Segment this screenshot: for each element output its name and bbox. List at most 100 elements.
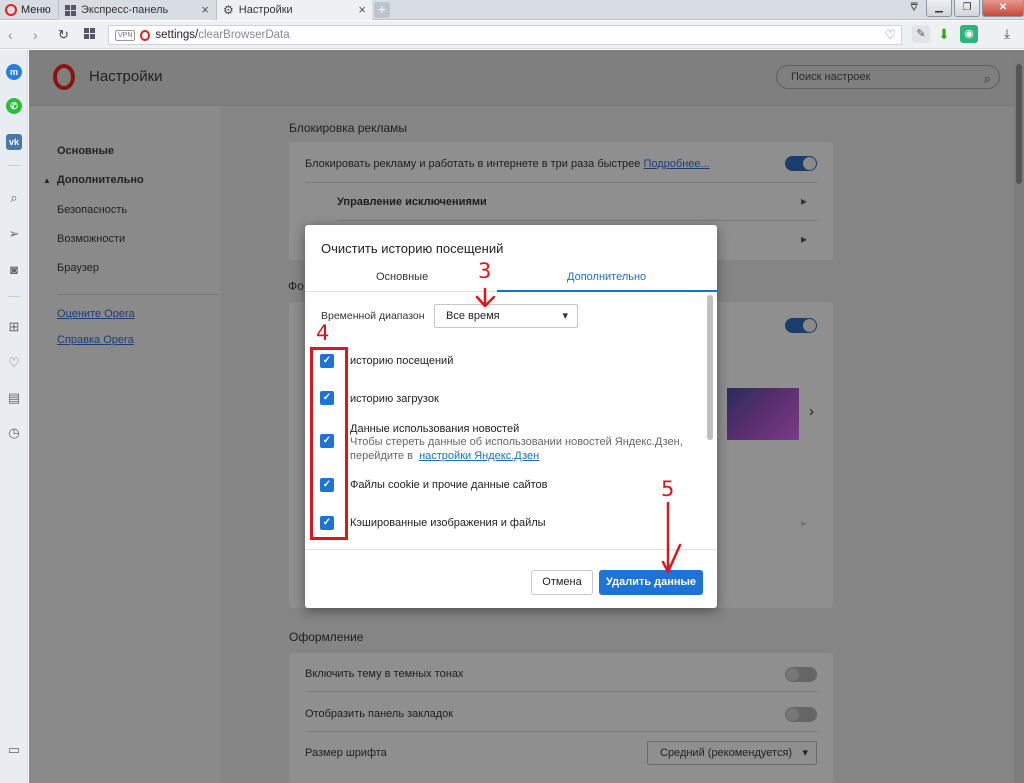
opera-menu-button[interactable]: Меню	[0, 0, 56, 20]
address-prefix: settings/	[155, 29, 199, 41]
news-data-hint: Чтобы стереть данные об использовании но…	[350, 436, 683, 448]
search-icon[interactable]: ⌕	[4, 191, 24, 205]
address-bar-row: ‹ › ↻ VPN settings/clearBrowserData ♡ ✎ …	[0, 21, 1024, 49]
settings-header: Настройки Поиск настроек ⌕	[29, 50, 1024, 106]
appearance-card: Включить тему в темных тонах Отобразить …	[289, 653, 833, 783]
speed-dial-icon[interactable]: ⊞	[4, 320, 24, 334]
card-divider	[305, 182, 817, 183]
chevron-up-icon: ▲	[43, 176, 51, 185]
send-icon[interactable]: ➢	[4, 227, 24, 241]
tab-settings[interactable]: ⚙ Настройки ×	[216, 0, 372, 20]
downloads-icon[interactable]: ⤓	[998, 25, 1016, 43]
settings-search-input[interactable]: Поиск настроек ⌕	[776, 65, 1000, 89]
dialog-title: Очистить историю посещений	[321, 241, 504, 256]
tabs-grid-icon[interactable]	[84, 28, 95, 39]
heart-icon[interactable]: ♡	[884, 27, 896, 43]
tab-label: Экспресс-панель	[81, 4, 169, 16]
ad-block-row: Блокировать рекламу и работать в интерне…	[305, 158, 710, 170]
card-divider	[337, 220, 817, 221]
partial-section-title: Фо	[288, 279, 304, 293]
page-scrollbar-thumb[interactable]	[1016, 64, 1022, 184]
opera-logo-icon	[140, 29, 151, 41]
tab-basic[interactable]: Основные	[376, 271, 428, 283]
speed-dial-icon	[65, 4, 76, 16]
download-arrow-icon[interactable]: ⬇	[935, 25, 953, 43]
ad-block-title: Блокировка рекламы	[289, 121, 408, 135]
nav-basic[interactable]: Основные	[57, 145, 114, 157]
chevron-right-icon: ▸	[801, 232, 808, 246]
nav-features[interactable]: Возможности	[57, 233, 125, 245]
menu-label: Меню	[21, 4, 51, 16]
news-data-label: Данные использования новостей	[350, 423, 520, 435]
search-placeholder: Поиск настроек	[791, 71, 871, 83]
cancel-button[interactable]: Отмена	[531, 570, 593, 595]
manage-exceptions-row[interactable]: Управление исключениями	[337, 196, 487, 208]
sidebar: m ✆ vk ⌕ ➢ ◙ ⊞ ♡ ▤ ◷ ▭	[0, 50, 28, 783]
new-tab-button[interactable]: +	[374, 2, 390, 18]
time-range-select[interactable]: Все время	[434, 304, 578, 328]
section-toggle[interactable]	[785, 318, 817, 333]
camera-icon[interactable]: ◙	[4, 263, 24, 277]
opera-logo-icon	[53, 64, 75, 90]
bookmarks-bar-toggle[interactable]	[785, 707, 817, 722]
sidebar-toggle-icon[interactable]: ▭	[4, 743, 24, 757]
nav-advanced[interactable]: ▲ Дополнительно	[43, 174, 144, 186]
tab-advanced[interactable]: Дополнительно	[567, 271, 646, 283]
heart-icon[interactable]: ♡	[4, 356, 24, 370]
font-size-select[interactable]: Средний (рекомендуется)	[647, 741, 817, 765]
annotation-step-4: 4	[316, 321, 330, 345]
pen-icon[interactable]: ✎	[912, 25, 930, 43]
window-close-button[interactable]: ✕	[982, 0, 1024, 17]
cookies-label: Файлы cookie и прочие данные сайтов	[350, 479, 548, 491]
news-icon[interactable]: ▤	[4, 391, 24, 405]
clear-data-dialog: Очистить историю посещений Основные Допо…	[305, 225, 717, 608]
tab-speed-dial[interactable]: Экспресс-панель ×	[58, 0, 215, 20]
active-tab-indicator	[497, 290, 717, 292]
time-range-label: Временной диапазон	[321, 310, 425, 322]
window-controls: ⩢ ▁ ❐ ✕	[904, 0, 1024, 20]
annotation-step-5: 5	[661, 477, 675, 501]
annotation-highlight-box	[310, 347, 348, 540]
extension-icon[interactable]: ◉	[960, 25, 978, 43]
appearance-title: Оформление	[289, 630, 364, 644]
tab-menu-icon[interactable]: ⩢	[904, 0, 924, 18]
address-path: clearBrowserData	[198, 29, 290, 41]
vk-icon[interactable]: vk	[6, 134, 22, 150]
ad-block-toggle[interactable]	[785, 156, 817, 171]
whatsapp-icon[interactable]: ✆	[6, 98, 22, 114]
nav-rate-opera[interactable]: Оцените Opera	[57, 308, 135, 320]
back-icon[interactable]: ‹	[8, 27, 13, 43]
nav-advanced-label: Дополнительно	[56, 174, 144, 186]
vpn-badge[interactable]: VPN	[115, 29, 136, 41]
delete-data-button[interactable]: Удалить данные	[599, 570, 703, 595]
zen-settings-link[interactable]: настройки Яндекс.Дзен	[419, 450, 539, 462]
chevron-right-icon: ▸	[801, 194, 808, 208]
chevron-right-icon[interactable]: ›	[809, 403, 814, 420]
page-title: Настройки	[89, 68, 163, 85]
font-size-row: Средний (рекомендуется)	[289, 741, 833, 765]
sidebar-divider	[8, 296, 20, 297]
close-icon[interactable]: ×	[358, 2, 366, 17]
ad-block-more-link[interactable]: Подробнее...	[643, 158, 709, 170]
sidebar-divider	[8, 165, 20, 166]
gear-icon: ⚙	[223, 2, 234, 17]
news-data-hint-2: перейдите в настройки Яндекс.Дзен	[350, 450, 539, 462]
history-icon[interactable]: ◷	[4, 426, 24, 440]
minimize-button[interactable]: ▁	[926, 0, 952, 17]
reload-icon[interactable]: ↻	[58, 27, 69, 43]
messenger-icon[interactable]: m	[6, 64, 22, 80]
annotation-step-3: 3	[478, 259, 492, 283]
address-field[interactable]: VPN settings/clearBrowserData ♡	[108, 25, 902, 45]
maximize-button[interactable]: ❐	[954, 0, 980, 17]
opera-logo-icon	[5, 4, 17, 16]
nav-browser[interactable]: Браузер	[57, 262, 99, 274]
ad-block-text: Блокировать рекламу и работать в интерне…	[305, 158, 641, 170]
dialog-scrollbar[interactable]	[707, 295, 713, 440]
nav-security[interactable]: Безопасность	[57, 204, 127, 216]
close-icon[interactable]: ×	[201, 2, 209, 17]
nav-help-opera[interactable]: Справка Opera	[57, 334, 134, 346]
dark-theme-toggle[interactable]	[785, 667, 817, 682]
news-data-hint-prefix: перейдите в	[350, 450, 413, 462]
forward-icon[interactable]: ›	[33, 27, 38, 43]
tab-bar: Меню Экспресс-панель × ⚙ Настройки × + ⩢…	[0, 0, 1024, 20]
